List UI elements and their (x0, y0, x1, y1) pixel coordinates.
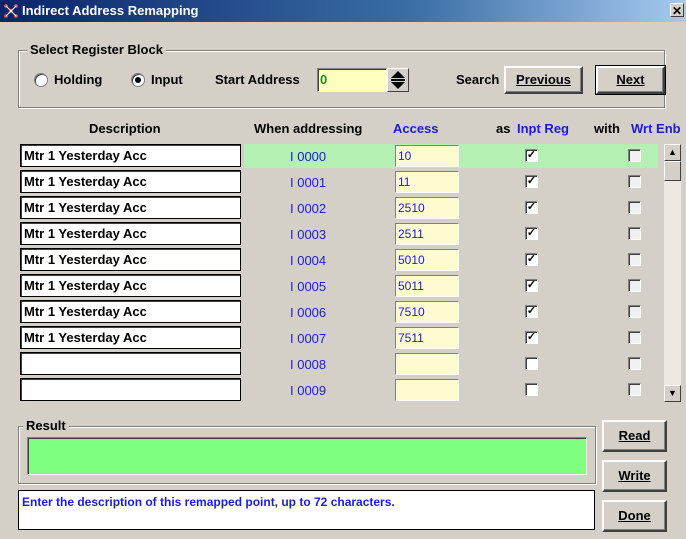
col-wrt-enb: Wrt Enb (631, 121, 681, 136)
next-label: Next (616, 72, 645, 87)
wrt-enb-checkbox[interactable] (628, 279, 641, 292)
access-field[interactable] (395, 379, 459, 401)
read-button[interactable]: Read (602, 420, 667, 452)
close-button[interactable]: ✕ (670, 3, 684, 18)
access-field[interactable]: 5011 (395, 275, 459, 297)
access-field[interactable]: 7511 (395, 327, 459, 349)
done-button[interactable]: Done (602, 500, 667, 532)
wrt-enb-checkbox[interactable] (628, 201, 641, 214)
col-as: as (496, 121, 511, 136)
start-address-field[interactable]: 0 (317, 68, 387, 92)
inpt-reg-checkbox[interactable]: ✓ (525, 253, 538, 266)
input-radio[interactable] (131, 73, 145, 87)
description-field[interactable]: Mtr 1 Yesterday Acc (20, 326, 241, 349)
write-button[interactable]: Write (602, 460, 667, 492)
description-field[interactable]: Mtr 1 Yesterday Acc (20, 144, 241, 167)
access-field[interactable]: 2511 (395, 223, 459, 245)
previous-button[interactable]: Previous (504, 66, 583, 94)
description-field[interactable]: Mtr 1 Yesterday Acc (20, 196, 241, 219)
access-field[interactable]: 7510 (395, 301, 459, 323)
wrt-enb-checkbox[interactable] (628, 253, 641, 266)
inpt-reg-checkbox[interactable]: ✓ (525, 201, 538, 214)
access-field[interactable]: 2510 (395, 197, 459, 219)
address-cell: I 0002 (290, 201, 327, 216)
address-cell: I 0003 (290, 227, 327, 242)
wrt-enb-checkbox[interactable] (628, 383, 641, 396)
next-button[interactable]: Next (595, 65, 666, 95)
description-field[interactable] (20, 378, 241, 401)
description-field[interactable] (20, 352, 241, 375)
col-with: with (594, 121, 620, 136)
description-field[interactable]: Mtr 1 Yesterday Acc (20, 300, 241, 323)
address-cell: I 0007 (290, 331, 327, 346)
wrt-enb-checkbox[interactable] (628, 175, 641, 188)
description-field[interactable]: Mtr 1 Yesterday Acc (20, 274, 241, 297)
address-cell: I 0008 (290, 357, 327, 372)
read-label: Read (618, 428, 651, 443)
register-block-label: Select Register Block (27, 42, 166, 57)
title-bar: Indirect Address Remapping ✕ (0, 0, 686, 22)
previous-label: Previous (516, 72, 571, 87)
start-address-label: Start Address (215, 72, 300, 87)
wrt-enb-checkbox[interactable] (628, 149, 641, 162)
inpt-reg-checkbox[interactable]: ✓ (525, 331, 538, 344)
result-field (27, 437, 587, 475)
arrow-up-icon[interactable]: ▲ (664, 144, 681, 161)
inpt-reg-checkbox[interactable]: ✓ (525, 279, 538, 292)
inpt-reg-checkbox[interactable]: ✓ (525, 305, 538, 318)
wrt-enb-checkbox[interactable] (628, 331, 641, 344)
description-field[interactable]: Mtr 1 Yesterday Acc (20, 170, 241, 193)
access-field[interactable]: 5010 (395, 249, 459, 271)
search-label: Search (456, 72, 500, 87)
holding-radio[interactable] (34, 73, 48, 87)
network-icon (3, 3, 19, 19)
wrt-enb-checkbox[interactable] (628, 227, 641, 240)
description-field[interactable]: Mtr 1 Yesterday Acc (20, 222, 241, 245)
col-description: Description (89, 121, 161, 136)
radio-selected-dot (135, 77, 141, 83)
col-inpt-reg: Inpt Reg (517, 121, 569, 136)
inpt-reg-checkbox[interactable] (525, 383, 538, 396)
window-title: Indirect Address Remapping (22, 3, 199, 18)
address-cell: I 0001 (290, 175, 327, 190)
access-field[interactable] (395, 353, 459, 375)
inpt-reg-checkbox[interactable] (525, 357, 538, 370)
access-field[interactable]: 10 (395, 145, 459, 167)
address-cell: I 0004 (290, 253, 327, 268)
inpt-reg-checkbox[interactable]: ✓ (525, 175, 538, 188)
inpt-reg-checkbox[interactable]: ✓ (525, 149, 538, 162)
inpt-reg-checkbox[interactable]: ✓ (525, 227, 538, 240)
description-field[interactable]: Mtr 1 Yesterday Acc (20, 248, 241, 271)
scroll-thumb[interactable] (664, 161, 681, 181)
input-label[interactable]: Input (151, 72, 183, 87)
done-label: Done (618, 508, 651, 523)
result-label: Result (23, 418, 69, 433)
address-cell: I 0000 (290, 149, 327, 164)
address-cell: I 0005 (290, 279, 327, 294)
spin-updown-icon[interactable] (387, 68, 409, 92)
wrt-enb-checkbox[interactable] (628, 305, 641, 318)
status-box: Enter the description of this remapped p… (18, 490, 595, 530)
access-field[interactable]: 11 (395, 171, 459, 193)
address-cell: I 0009 (290, 383, 327, 398)
wrt-enb-checkbox[interactable] (628, 357, 641, 370)
holding-label[interactable]: Holding (54, 72, 102, 87)
table-scrollbar[interactable]: ▲ ▼ (664, 144, 681, 402)
col-when-addressing: When addressing (254, 121, 363, 136)
col-access: Access (393, 121, 439, 136)
arrow-down-icon[interactable]: ▼ (664, 385, 681, 402)
start-address-value: 0 (320, 72, 328, 87)
address-cell: I 0006 (290, 305, 327, 320)
status-text: Enter the description of this remapped p… (22, 495, 395, 509)
write-label: Write (618, 468, 651, 483)
